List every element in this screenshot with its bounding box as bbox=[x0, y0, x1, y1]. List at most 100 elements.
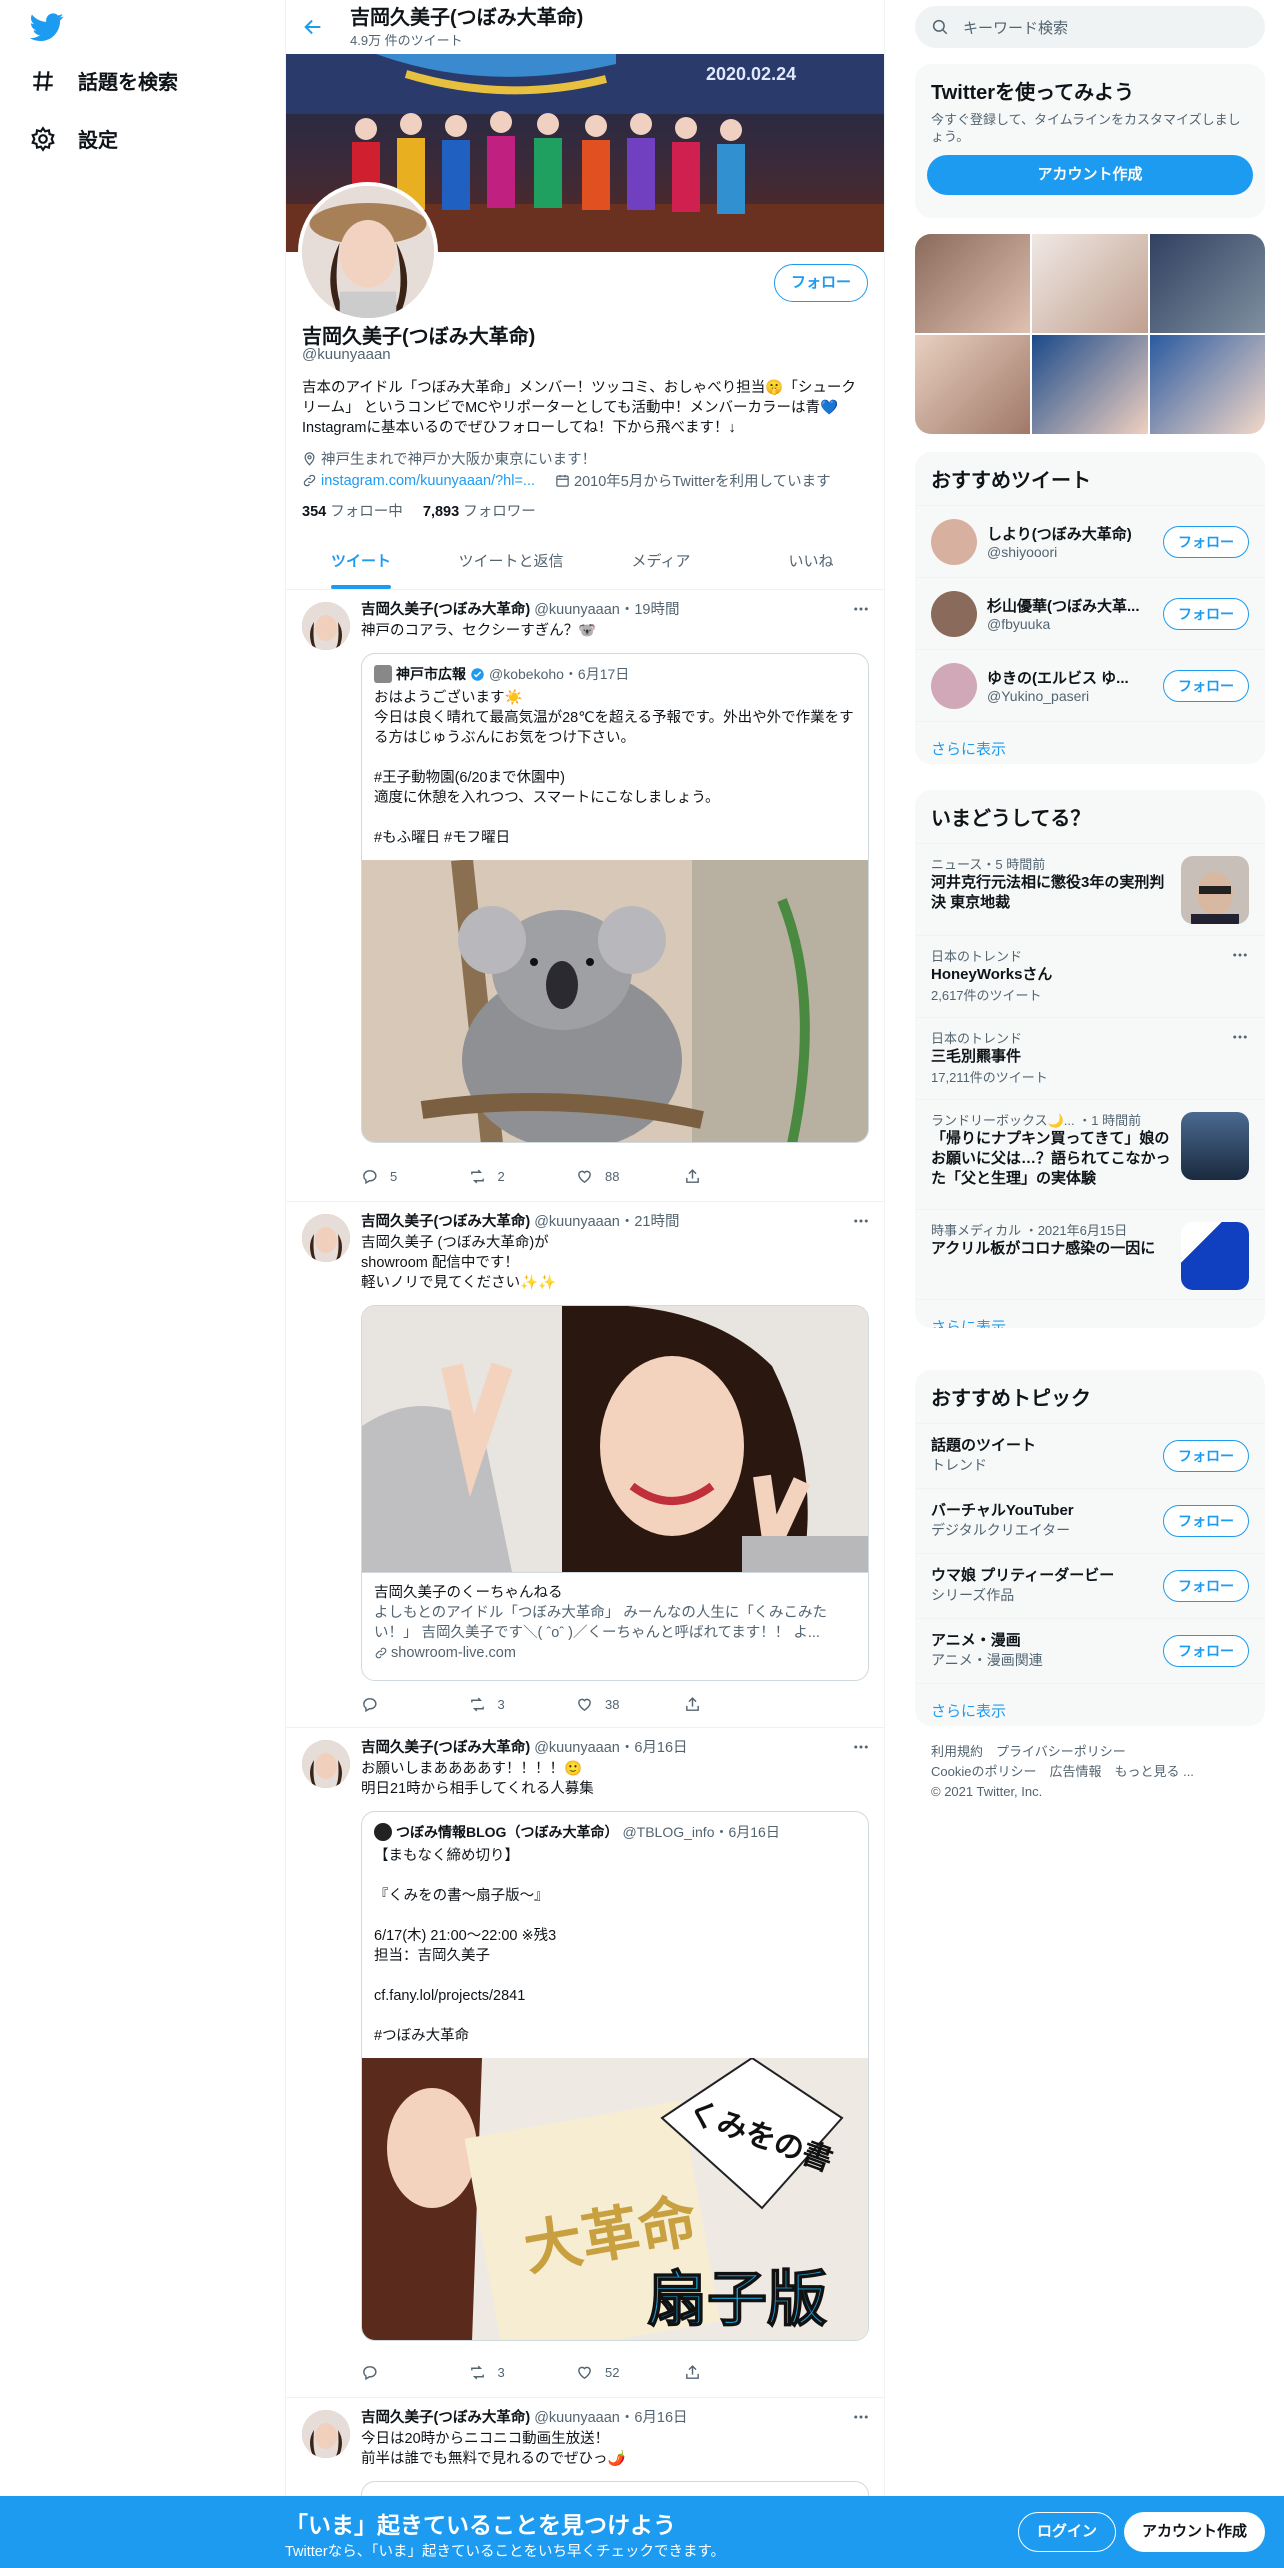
media-thumb[interactable] bbox=[1149, 335, 1265, 434]
signup-sub: 今すぐ登録して、タイムラインをカスタマイズしましょう。 bbox=[931, 112, 1241, 144]
like-button[interactable]: 38 bbox=[576, 1696, 684, 1713]
retweet-count: 2 bbox=[497, 1169, 505, 1184]
nav-explore[interactable]: 話題を検索 bbox=[30, 66, 178, 95]
media-thumb[interactable] bbox=[915, 234, 1031, 333]
more-options-icon[interactable] bbox=[1231, 946, 1249, 964]
follow-topic-button[interactable]: フォロー bbox=[1163, 1635, 1249, 1667]
who-avatar[interactable] bbox=[931, 590, 977, 637]
following-count[interactable]: 354 bbox=[302, 504, 326, 520]
signup-button[interactable]: アカウント作成 bbox=[1124, 2512, 1266, 2552]
follow-button[interactable]: フォロー bbox=[773, 264, 868, 302]
topic-item[interactable]: バーチャルYouTuber デジタルクリエイター フォロー bbox=[915, 1488, 1265, 1553]
share-button[interactable] bbox=[684, 1696, 792, 1713]
tweet[interactable]: 吉岡久美子(つぼみ大革命) @kuunyaaan・6月16日 お願いしまああああ… bbox=[286, 1728, 884, 2398]
reply-button[interactable] bbox=[361, 1696, 469, 1713]
tweet-author[interactable]: 吉岡久美子(つぼみ大革命) bbox=[361, 1740, 530, 1756]
who-avatar[interactable] bbox=[931, 662, 977, 709]
like-button[interactable]: 52 bbox=[576, 2364, 684, 2381]
media-thumb[interactable] bbox=[1032, 234, 1148, 333]
topic-item[interactable]: ウマ娘 プリティーダービー シリーズ作品 フォロー bbox=[915, 1553, 1265, 1618]
follow-button[interactable]: フォロー bbox=[1163, 597, 1249, 630]
tweet-author[interactable]: 吉岡久美子(つぼみ大革命) bbox=[361, 602, 530, 618]
share-button[interactable] bbox=[684, 2364, 792, 2381]
media-thumb[interactable] bbox=[915, 335, 1031, 434]
tweet-author[interactable]: 吉岡久美子(つぼみ大革命) bbox=[361, 2410, 530, 2426]
follow-topic-button[interactable]: フォロー bbox=[1163, 1505, 1249, 1537]
trend-item[interactable]: ニュース・5 時間前 河井克行元法相に懲役3年の実刑判決 東京地裁 bbox=[915, 843, 1265, 935]
media-thumb[interactable] bbox=[1032, 335, 1148, 434]
tweet-meta[interactable]: @kuunyaaan・21時間 bbox=[534, 1214, 679, 1230]
follow-topic-button[interactable]: フォロー bbox=[1163, 1440, 1249, 1472]
follow-button[interactable]: フォロー bbox=[1163, 669, 1249, 702]
following-label[interactable]: フォロー中 bbox=[330, 504, 403, 520]
tab-tweets-replies[interactable]: ツイートと返信 bbox=[436, 536, 586, 589]
tweet-meta[interactable]: @kuunyaaan・6月16日 bbox=[534, 1740, 687, 1756]
tweet[interactable]: 吉岡久美子(つぼみ大革命) @kuunyaaan・21時間 吉岡久美子 (つぼみ… bbox=[286, 1202, 884, 1728]
tweet-author[interactable]: 吉岡久美子(つぼみ大革命) bbox=[361, 1214, 530, 1230]
retweet-button[interactable]: 3 bbox=[469, 1696, 577, 1713]
reply-button[interactable]: 5 bbox=[361, 1168, 469, 1185]
back-arrow-icon[interactable] bbox=[302, 16, 324, 38]
tab-media[interactable]: メディア bbox=[586, 536, 736, 589]
search-box[interactable]: キーワード検索 bbox=[915, 6, 1265, 48]
trend-item[interactable]: 日本のトレンド 三毛別羆事件 17,211件のツイート bbox=[915, 1017, 1265, 1099]
who-title: おすすめツイート bbox=[931, 470, 1091, 492]
topic-item[interactable]: アニメ・漫画 アニメ・漫画関連 フォロー bbox=[915, 1618, 1265, 1683]
share-button[interactable] bbox=[684, 1168, 792, 1185]
who-item[interactable]: しより(つぼみ大革命) @shiyooori フォロー bbox=[915, 505, 1265, 577]
followers-count[interactable]: 7,893 bbox=[423, 504, 459, 520]
create-account-button[interactable]: アカウント作成 bbox=[927, 155, 1253, 195]
like-button[interactable]: 88 bbox=[576, 1168, 684, 1185]
more-options-icon[interactable] bbox=[1231, 1028, 1249, 1046]
follow-button[interactable]: フォロー bbox=[1163, 525, 1249, 558]
trend-image bbox=[1181, 856, 1249, 924]
retweet-button[interactable]: 2 bbox=[469, 1168, 577, 1185]
trend-item[interactable]: ランドリーボックス🌙... ・1 時間前 「帰りにナプキン買ってきて」娘のお願い… bbox=[915, 1099, 1265, 1209]
footer-line[interactable]: Cookieのポリシー 広告情報 もっと見る ... bbox=[931, 1762, 1251, 1782]
topic-item[interactable]: 話題のツイート トレンド フォロー bbox=[915, 1423, 1265, 1488]
nav-settings-label: 設定 bbox=[78, 130, 118, 152]
like-count: 52 bbox=[605, 2365, 620, 2380]
trend-item[interactable]: 日本のトレンド HoneyWorksさん 2,617件のツイート bbox=[915, 935, 1265, 1017]
reply-button[interactable] bbox=[361, 2364, 469, 2381]
tweet-avatar[interactable] bbox=[302, 1740, 350, 1788]
search-input[interactable]: キーワード検索 bbox=[963, 17, 1068, 38]
link-card-desc: よしもとのアイドル「つぼみ大革命」 みーんなの人生に「くみこみたい！」 吉岡久美… bbox=[374, 1605, 827, 1641]
twitter-logo-icon[interactable] bbox=[30, 10, 64, 44]
link-card[interactable]: 吉岡久美子のくーちゃんねる よしもとのアイドル「つぼみ大革命」 みーんなの人生に… bbox=[361, 1305, 869, 1681]
follow-topic-button[interactable]: フォロー bbox=[1163, 1570, 1249, 1602]
trend-item[interactable]: 時事メディカル ・2021年6月15日 アクリル板がコロナ感染の一因に bbox=[915, 1209, 1265, 1299]
tab-likes[interactable]: いいね bbox=[736, 536, 884, 589]
profile-name: 吉岡久美子(つぼみ大革命) bbox=[302, 326, 536, 348]
who-item[interactable]: ゆきの(エルビス ゆ... @Yukino_paseri フォロー bbox=[915, 649, 1265, 721]
show-more-link[interactable]: さらに表示 bbox=[915, 1299, 1265, 1328]
tweet-text: 吉岡久美子 (つぼみ大革命)が showroom 配信中です！ 軽いノリで見てく… bbox=[361, 1235, 557, 1291]
show-more-link[interactable]: さらに表示 bbox=[915, 721, 1265, 764]
who-name[interactable]: しより(つぼみ大革命) bbox=[987, 523, 1177, 544]
fan-photo[interactable]: 大革命 くみをの書 扇子版 bbox=[362, 2058, 868, 2340]
trend-title: HoneyWorksさん bbox=[931, 966, 1053, 983]
who-avatar[interactable] bbox=[931, 518, 977, 565]
followers-label[interactable]: フォロワー bbox=[463, 504, 536, 520]
tweet-avatar[interactable] bbox=[302, 1214, 350, 1262]
tweet-meta[interactable]: @kuunyaaan・6月16日 bbox=[534, 2410, 687, 2426]
tweet[interactable]: 吉岡久美子(つぼみ大革命) @kuunyaaan・19時間 神戸のコアラ、セクシ… bbox=[286, 590, 884, 1202]
quote-tweet[interactable]: つぼみ情報BLOG（つぼみ大革命） @TBLOG_info・6月16日 【まもなく… bbox=[361, 1811, 869, 2341]
koala-photo[interactable] bbox=[362, 860, 868, 1142]
tweet-meta[interactable]: @kuunyaaan・19時間 bbox=[534, 602, 679, 618]
who-name[interactable]: 杉山優華(つぼみ大革... bbox=[987, 595, 1177, 616]
retweet-button[interactable]: 3 bbox=[469, 2364, 577, 2381]
footer-line[interactable]: 利用規約 プライバシーポリシー bbox=[931, 1742, 1251, 1762]
profile-avatar[interactable] bbox=[298, 182, 438, 322]
tweet-avatar[interactable] bbox=[302, 602, 350, 650]
login-button[interactable]: ログイン bbox=[1018, 2512, 1117, 2552]
show-more-link[interactable]: さらに表示 bbox=[915, 1683, 1265, 1726]
tweet-avatar[interactable] bbox=[302, 2410, 350, 2458]
profile-link[interactable]: instagram.com/kuunyaaan/?hl=... bbox=[321, 473, 535, 489]
media-thumb[interactable] bbox=[1149, 234, 1265, 333]
nav-settings[interactable]: 設定 bbox=[30, 124, 118, 153]
who-name[interactable]: ゆきの(エルビス ゆ... bbox=[987, 667, 1177, 688]
quote-tweet[interactable]: 神戸市広報 @kobekoho・6月17日 おはようございます☀️ 今日は良く晴れ… bbox=[361, 653, 869, 1143]
tab-tweets[interactable]: ツイート bbox=[286, 536, 436, 589]
who-item[interactable]: 杉山優華(つぼみ大革... @fbyuuka フォロー bbox=[915, 577, 1265, 649]
